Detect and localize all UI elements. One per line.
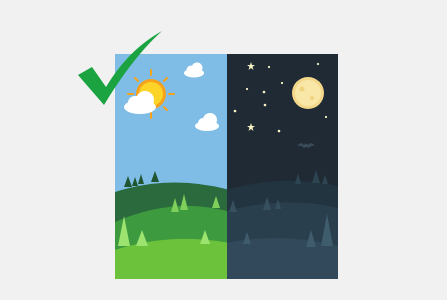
night-front-hill [227,238,338,279]
star-icon [263,103,267,107]
star-icon [233,109,237,113]
day-panel [115,54,227,279]
star-icon [280,81,284,85]
moon-icon [292,77,324,109]
star-icon [262,90,266,94]
day-night-scene-canvas [0,0,447,300]
star-icon [324,115,328,119]
star-icon [316,62,320,66]
night-panel [227,54,338,279]
star-icon [267,65,271,69]
star-icon [277,129,281,133]
star-icon [245,87,249,91]
scene-svg [78,31,338,279]
